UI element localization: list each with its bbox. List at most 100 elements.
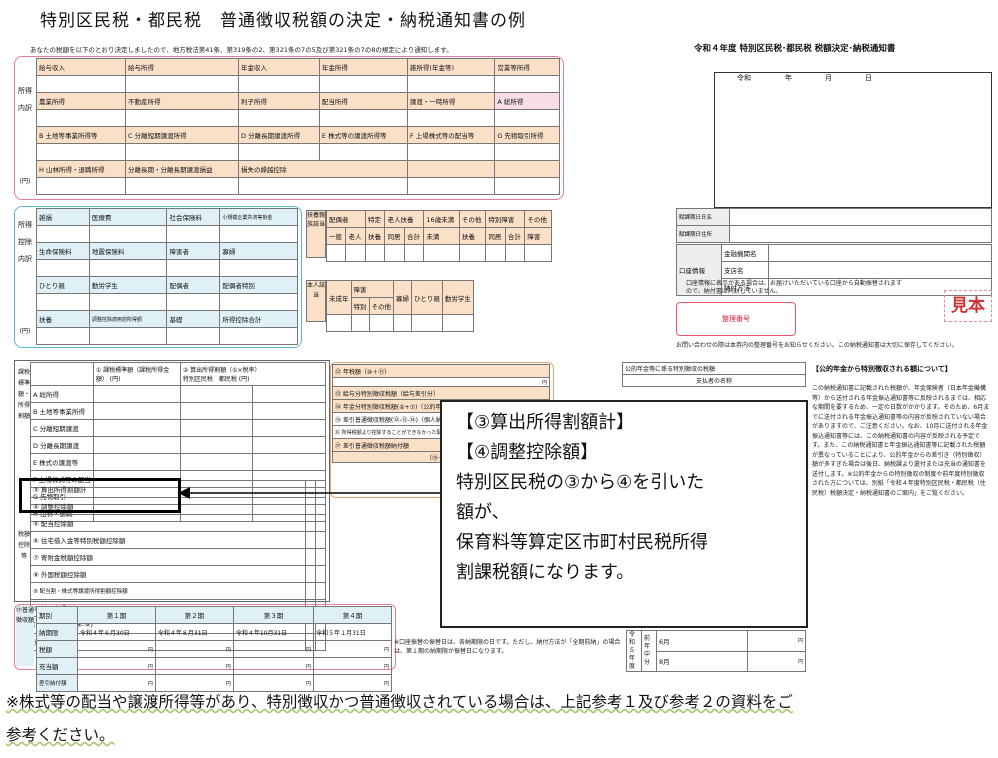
cell: ひとり親	[411, 280, 443, 315]
unit: 円	[77, 640, 156, 658]
unit: 円	[746, 630, 807, 652]
callout-box: 【③算出所得割額計】 【④調整控除額】 特別区民税の③から④を引いた 額が、 保…	[440, 400, 808, 628]
due-note: ※口座振替の振替日は、各納期限の日です。ただし、納付方法が「全期前納」の場合は、…	[394, 639, 621, 655]
cell: 第２期	[154, 606, 234, 624]
cell: 未成年	[326, 280, 352, 315]
cell: 分離長期・分離長期譲渡損益	[124, 160, 240, 178]
cell: 生命保険料	[36, 242, 90, 260]
income-side-unit: (円)	[19, 178, 31, 185]
callout-line: 割課税額になります。	[456, 562, 635, 583]
month: 6月	[656, 630, 748, 652]
footer-line1: ※株式等の配当や譲渡所得等があり、特別徴収かつ普通徴収されている場合は、上記参考…	[6, 693, 793, 711]
inquiry-note: お問い合わせの際は本券内の整理番号をお知らせください。この納税通知書は大切に保存…	[676, 342, 958, 349]
row-label: C 分離短期譲渡	[30, 419, 94, 437]
cell: 調整控除適用前所得額	[88, 310, 168, 328]
cell: 令和４年６月30日	[77, 623, 156, 641]
cell: 納期限	[36, 623, 78, 641]
footer-note: ※株式等の配当や譲渡所得等があり、特別徴収かつ普通徴収されている場合は、上記参考…	[6, 686, 992, 752]
pension-months: 令和５年度 前年中分 6月 円 8月 円	[626, 630, 807, 672]
unit: 円	[313, 640, 392, 658]
cell: 支店名	[721, 261, 769, 279]
cell: 合計	[403, 227, 425, 245]
col2-header: ② 算出所得割額（①×税率） 特別区民税 都民税 (円)	[179, 362, 327, 386]
cell: 特別	[350, 297, 370, 315]
unit: 円	[232, 640, 315, 658]
cell: 寡婦	[393, 280, 412, 315]
cell: 扶養	[36, 310, 90, 328]
cell: 地震保険料	[88, 242, 168, 260]
person-table: 未成年 障害 寡婦 ひとり親 勤労学生 特別 その他	[326, 280, 474, 332]
cell: 障害	[350, 280, 394, 298]
col2-sub-to: 都民税	[218, 376, 237, 383]
cell: 所得控除合計	[219, 310, 298, 328]
row-label: ⑦ 寄附金税額控除額	[29, 548, 307, 566]
pension-payer: 支払者の名称	[622, 374, 806, 387]
col1-header: ① 課税標準額（課税所得金額） (円)	[92, 362, 181, 386]
tax-lower-side-label: 税額控除等	[17, 531, 30, 560]
row-label: ⑬ 給与分特別徴収税額（給与差引分）	[332, 386, 550, 400]
col2-sub-ku: 特別区民税	[182, 376, 213, 383]
callout-line: 特別区民税の③から④を引いた	[456, 472, 705, 493]
cell: 令和５年１月31日	[313, 623, 392, 641]
cell: D 分離長期譲渡所得	[238, 126, 320, 144]
row-label: B 土地等事業所得	[30, 402, 94, 420]
cell: F 上場株式等の配当等	[406, 126, 496, 144]
row-label: ⑤ 配当控除額	[29, 514, 307, 532]
cell: 税額	[36, 640, 78, 658]
cell: 利子所得	[238, 92, 320, 110]
cell: 賦課期日住所	[676, 225, 730, 243]
cell: 未満	[423, 227, 460, 245]
seiri-number: 整理番号	[676, 302, 796, 336]
cell: 一般	[325, 227, 347, 245]
unit: 円	[154, 640, 234, 658]
cell: 勤労学生	[441, 280, 474, 315]
row-label: ⑫ 年税額（⑩＋⑪）	[332, 364, 550, 378]
installments-table: 期別 第１期 第２期 第３期 第４期 納期限 令和４年６月30日 令和４年８月3…	[36, 606, 392, 692]
cell: 充当額	[36, 657, 78, 675]
cell: その他	[524, 210, 552, 228]
date-month: 月	[825, 74, 832, 82]
callout-line: 額が、	[456, 502, 510, 523]
cell: 年金所得	[318, 58, 408, 76]
cell: 勤労学生	[88, 276, 168, 294]
cell: 第３期	[232, 606, 315, 624]
bank-note: 口座情報に表示がある場合は、お届けいただいている口座から自動振替されますので、納…	[686, 280, 902, 295]
col2-unit: (円)	[238, 376, 250, 383]
cell: 年金収入	[238, 58, 320, 76]
unit: 円	[313, 657, 392, 675]
cell: 給与収入	[36, 58, 126, 76]
cell: 配偶者	[326, 210, 366, 228]
arrow-left-icon	[178, 487, 440, 499]
pension-table: 公的年金等に係る特別徴収の税額 支払者の名称	[622, 362, 806, 387]
unit: 円	[232, 657, 315, 675]
pension-header: 公的年金等に係る特別徴収の税額	[622, 362, 806, 375]
page-title: 特別区民税・都民税 普通徴収税額の決定・納税通知書の例	[40, 11, 526, 31]
date-day: 日	[865, 74, 872, 82]
cell: 不動産所得	[124, 92, 240, 110]
row-label: ⑨ 配当割・株式等譲渡所得割額控除額	[29, 582, 307, 600]
cell: C 分離短期譲渡所得	[124, 126, 240, 144]
cell: 給与所得	[124, 58, 240, 76]
cell: 賦課期日氏名	[676, 208, 730, 226]
dependents-table: 配偶者 特定 老人扶養 16歳未満 その他 特別障害 その他 一般 老人 扶養 同居合…	[325, 210, 552, 262]
date-box: 令和 年 月 日	[714, 72, 992, 208]
cell: A 総所得	[494, 92, 560, 110]
income-table: 給与収入 給与所得 年金収入 年金所得 雑所得(年金等) 営業等所得 農業所得 不動産所得利…	[36, 58, 560, 195]
cell: 同居	[384, 227, 405, 245]
deduction-table: 雑損 医療費 社会保険料 小規模企業共済等掛金 生命保険料 地震保険料 障害者 寡婦 ひとり…	[36, 208, 298, 345]
cell: H 山林所得・退職所得	[36, 160, 126, 178]
cell: 扶養	[364, 227, 386, 245]
person-label: 本人該当	[306, 280, 326, 322]
notice-title: 令和４年度 特別区民税･都民税 税額決定･納税通知書	[694, 44, 896, 54]
installments-label: ⑰普通徴収額	[16, 606, 34, 666]
cell: 同居	[485, 227, 506, 245]
month: 8月	[656, 650, 748, 672]
cell: 社会保険料	[166, 208, 221, 226]
cell: ひとり親	[36, 276, 90, 294]
cell: G 先物取引所得	[494, 126, 560, 144]
unit: 円	[77, 657, 156, 675]
row-label: ⑧ 外国税額控除額	[29, 565, 307, 583]
resident-info: 賦課期日氏名 賦課期日住所	[676, 208, 992, 243]
cell: 第１期	[77, 606, 156, 624]
cell: 配偶者特別	[219, 276, 298, 294]
